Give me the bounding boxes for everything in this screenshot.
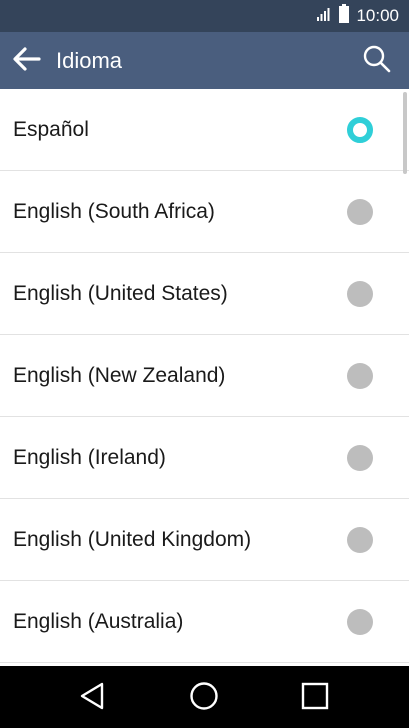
language-item-en-nz[interactable]: English (New Zealand) xyxy=(0,335,409,417)
language-label: English (South Africa) xyxy=(13,199,215,223)
status-right: 10:00 xyxy=(316,0,399,32)
page-title: Idioma xyxy=(56,48,123,73)
language-label: English (Ireland) xyxy=(13,445,166,469)
language-item-en-ie[interactable]: English (Ireland) xyxy=(0,417,409,499)
language-item-en-au[interactable]: English (Australia) xyxy=(0,581,409,663)
language-label: English (United Kingdom) xyxy=(13,527,252,551)
status-time: 10:00 xyxy=(356,6,399,25)
radio-unselected-icon[interactable] xyxy=(347,280,373,307)
language-label: English (Australia) xyxy=(13,609,184,633)
arrow-left-icon xyxy=(13,46,41,76)
radio-unselected-icon[interactable] xyxy=(347,362,373,389)
language-label: English (New Zealand) xyxy=(13,363,226,387)
radio-unselected-icon[interactable] xyxy=(347,198,373,225)
search-icon xyxy=(362,44,392,79)
signal-icon xyxy=(316,6,332,27)
nav-back-button[interactable] xyxy=(74,680,110,716)
radio-unselected-icon[interactable] xyxy=(347,444,373,471)
status-bar: 10:00 xyxy=(0,0,409,32)
language-label: English (United States) xyxy=(13,281,228,305)
radio-selected-icon[interactable] xyxy=(347,116,373,143)
navigation-bar xyxy=(0,666,409,728)
home-circle-icon xyxy=(189,681,219,716)
nav-home-button[interactable] xyxy=(186,680,222,716)
battery-icon xyxy=(338,3,350,29)
search-button[interactable] xyxy=(359,43,395,79)
language-item-en-za[interactable]: English (South Africa) xyxy=(0,171,409,253)
language-item-en-gb[interactable]: English (United Kingdom) xyxy=(0,499,409,581)
language-list: Español English (South Africa) English (… xyxy=(0,89,409,666)
language-item-en-us[interactable]: English (United States) xyxy=(0,253,409,335)
radio-unselected-icon[interactable] xyxy=(347,608,373,635)
screen: 10:00 Idioma Español English (South Afri… xyxy=(0,0,409,728)
back-button[interactable] xyxy=(10,44,44,78)
language-item-espanol[interactable]: Español xyxy=(0,89,409,171)
scrollbar[interactable] xyxy=(403,92,407,174)
recents-square-icon xyxy=(300,681,330,716)
nav-recents-button[interactable] xyxy=(297,680,333,716)
language-label: Español xyxy=(13,117,89,141)
app-bar: Idioma xyxy=(0,32,409,89)
radio-unselected-icon[interactable] xyxy=(347,526,373,553)
back-triangle-icon xyxy=(78,681,106,716)
